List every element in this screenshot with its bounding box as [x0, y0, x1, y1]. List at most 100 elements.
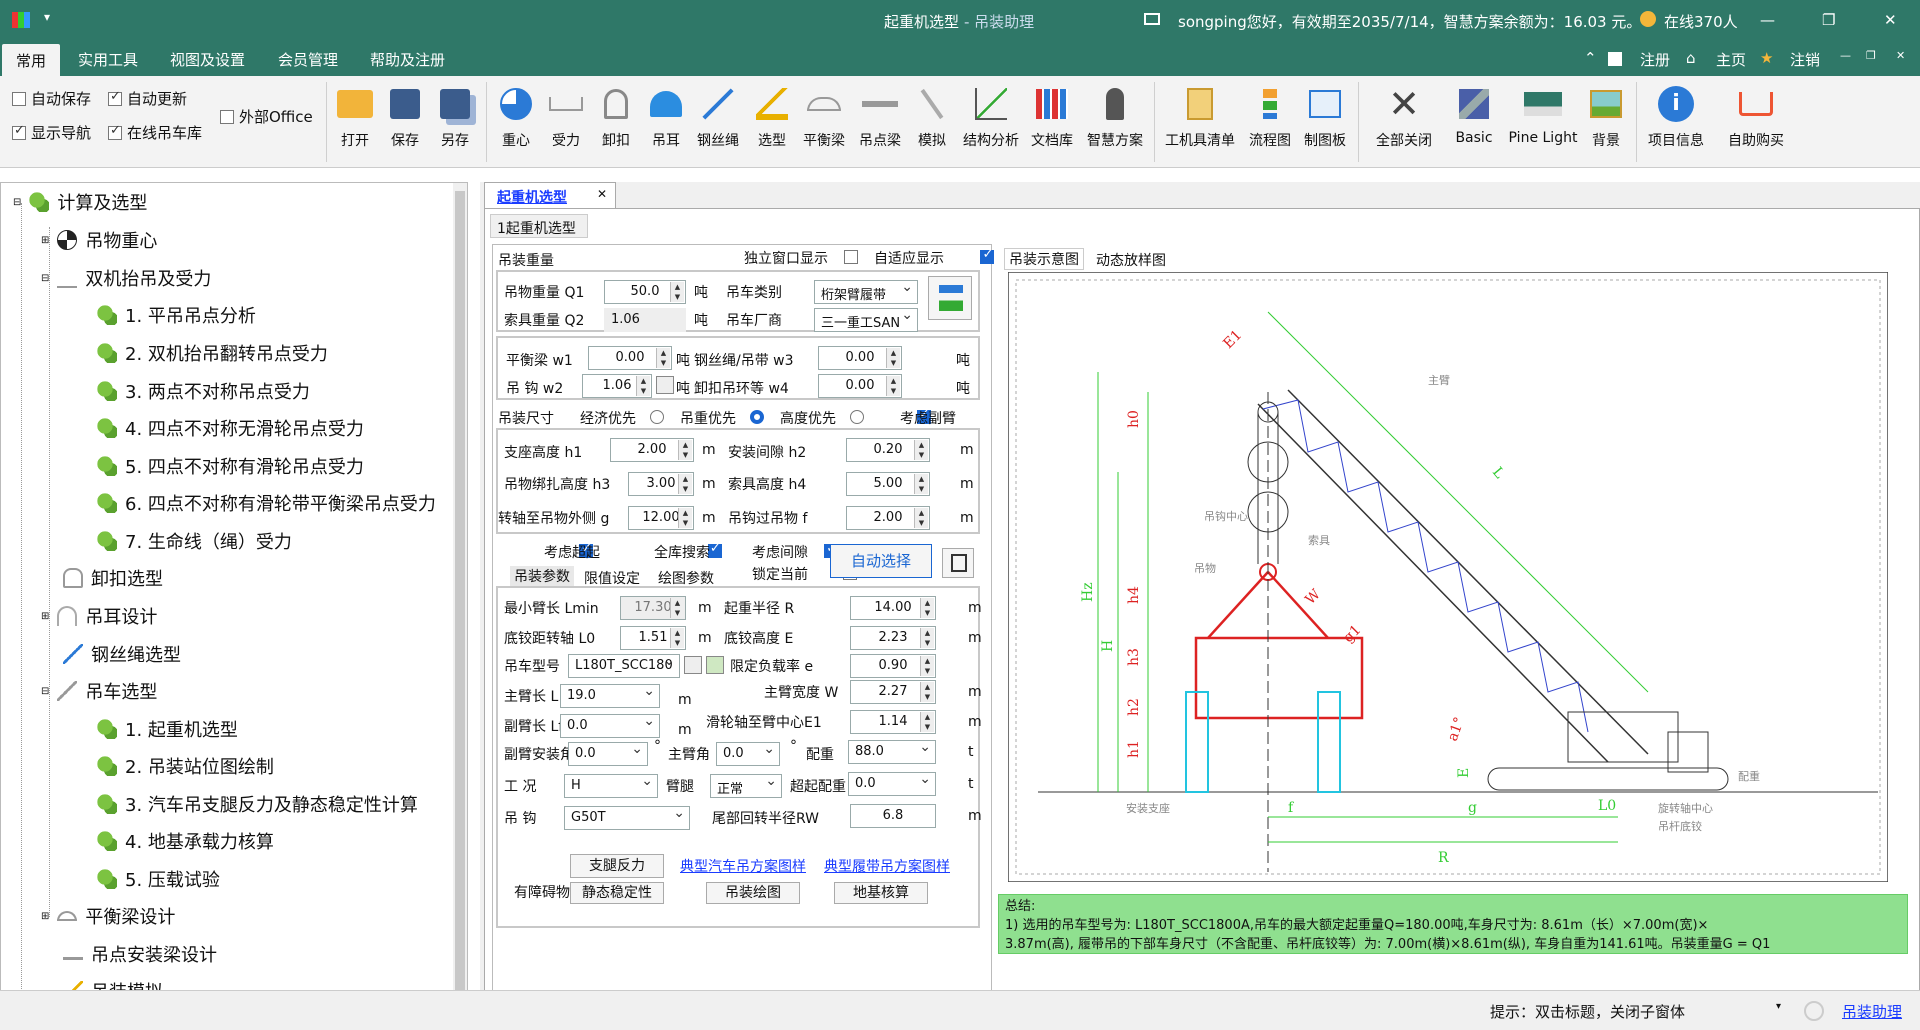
tree-item-calc[interactable]: ⊟ 计算及选型 [13, 189, 147, 215]
static-stability-button[interactable]: 静态稳定性 [570, 882, 664, 904]
r-input[interactable]: 14.00 [850, 596, 936, 620]
auto-select-button[interactable]: 自动选择 [830, 544, 932, 578]
clipboard-button[interactable] [942, 548, 974, 578]
close-button[interactable]: ✕ [1884, 11, 1897, 29]
maker-select[interactable]: 三一重工SAN [814, 308, 918, 332]
crane-type-select[interactable]: 桁架臂履带 [814, 280, 918, 304]
opt-economy-radio[interactable] [650, 410, 664, 424]
h1-input[interactable]: 2.00 [610, 438, 694, 462]
mdi-close-button[interactable]: ✕ [1896, 49, 1905, 62]
tab-draw-params[interactable]: 绘图参数 [658, 568, 714, 588]
leg-select[interactable]: 正常 [710, 774, 782, 798]
flowchart-button[interactable]: 流程图 [1246, 84, 1294, 150]
status-help-link[interactable]: 吊装助理 [1842, 1001, 1902, 1022]
tree-item-dual-6[interactable]: 6. 四点不对称有滑轮带平衡梁吊点受力 [97, 490, 436, 516]
tail-radius-input[interactable]: 6.8 [850, 804, 936, 828]
w2-input[interactable]: 1.06 [582, 374, 652, 398]
external-office-checkbox[interactable]: 外部Office [220, 106, 313, 127]
model-search-icon[interactable] [684, 656, 702, 674]
save-button[interactable]: 保存 [384, 84, 426, 150]
quick-access-dropdown-icon[interactable]: ▾ [44, 10, 50, 24]
tree-item-dual-7[interactable]: 7. 生命线（绳）受力 [97, 528, 292, 554]
w-input[interactable]: 2.27 [850, 680, 936, 704]
tab-dynamic-layout[interactable]: 动态放样图 [1096, 250, 1166, 270]
crane-selection-button[interactable]: 选型 [750, 84, 794, 150]
model-upload-icon[interactable] [706, 656, 724, 674]
tree-item-dual-3[interactable]: 3. 两点不对称吊点受力 [97, 378, 310, 404]
opt-weight-radio[interactable] [750, 410, 764, 424]
w2-calc-icon[interactable] [656, 376, 674, 394]
foundation-check-button[interactable]: 地基核算 [834, 882, 928, 904]
opt-height-radio[interactable] [850, 410, 864, 424]
adaptive-checkbox[interactable] [980, 247, 995, 264]
close-all-button[interactable]: ✕ 全部关闭 [1366, 84, 1442, 150]
l0-input[interactable]: 1.51 [620, 626, 686, 650]
tree-item-dual-1[interactable]: 1. 平吊吊点分析 [97, 302, 256, 328]
drawing-board-button[interactable]: 制图板 [1300, 84, 1350, 150]
truck-crane-link[interactable]: 典型汽车吊方案图样 [680, 856, 806, 876]
tree-scroll-thumb[interactable] [455, 191, 465, 991]
project-info-button[interactable]: i 项目信息 [1644, 84, 1708, 150]
tab-lift-schematic[interactable]: 吊装示意图 [1004, 248, 1084, 270]
self-purchase-button[interactable]: 自助购买 [1724, 84, 1788, 150]
tool-list-button[interactable]: 工机具清单 [1162, 84, 1238, 150]
logout-link[interactable]: 注销 [1790, 49, 1820, 70]
tree-item-crane-5[interactable]: 5. 压载试验 [97, 866, 220, 892]
menu-tab-member[interactable]: 会员管理 [278, 49, 338, 70]
wire-rope-button[interactable]: 钢丝绳 [694, 84, 742, 150]
mdi-minimize-button[interactable]: — [1840, 49, 1851, 62]
collapse-ribbon-icon[interactable]: ⌃ [1584, 49, 1597, 67]
force-button[interactable]: 受力 [544, 84, 588, 150]
tree-item-balance-beam[interactable]: ⊞ 平衡梁设计 [41, 903, 175, 929]
tree-item-crane-4[interactable]: 4. 地基承载力核算 [97, 828, 274, 854]
w3-input[interactable]: 0.00 [818, 346, 902, 370]
background-button[interactable]: 背景 [1586, 84, 1626, 150]
mdi-restore-button[interactable]: ❐ [1866, 49, 1876, 62]
e-input[interactable]: 2.23 [850, 626, 936, 650]
center-of-gravity-button[interactable]: 重心 [494, 84, 538, 150]
e1-input[interactable]: 1.14 [850, 710, 936, 734]
tree-item-lifting-beam[interactable]: 吊点安装梁设计 [63, 941, 217, 967]
doc-tab[interactable]: 起重机选型 ✕ [484, 182, 616, 208]
hook-select[interactable]: G50T [564, 806, 690, 830]
load-rate-input[interactable]: 0.90 [850, 654, 936, 678]
outrigger-button[interactable]: 支腿反力 [570, 854, 664, 878]
online-crane-db-checkbox[interactable]: 在线吊车库 [108, 122, 202, 143]
f-input[interactable]: 2.00 [846, 506, 930, 530]
tree-item-dual-5[interactable]: 5. 四点不对称有滑轮吊点受力 [97, 453, 364, 479]
lift-drawing-button[interactable]: 吊装绘图 [706, 882, 800, 904]
minimize-button[interactable]: — [1760, 11, 1775, 29]
menu-tab-view[interactable]: 视图及设置 [170, 49, 245, 70]
menu-tab-common[interactable]: 常用 [2, 44, 61, 76]
save-as-button[interactable]: 另存 [434, 84, 476, 150]
tree-item-dual-2[interactable]: 2. 双机抬吊翻转吊点受力 [97, 340, 328, 366]
theme-basic-button[interactable]: Basic [1446, 84, 1502, 146]
register-link[interactable]: 注册 [1640, 49, 1670, 70]
tree-item-lug[interactable]: ⊞ 吊耳设计 [41, 603, 157, 629]
tree-item-wire-rope[interactable]: 钢丝绳选型 [63, 641, 181, 667]
q1-input[interactable]: 50.0 [604, 280, 686, 304]
standalone-checkbox[interactable] [844, 250, 858, 264]
balance-beam-button[interactable]: 平衡梁 [800, 84, 848, 150]
tab-lift-params[interactable]: 吊装参数 [510, 566, 574, 586]
lf-select[interactable]: 0.0 [560, 714, 660, 738]
lug-button[interactable]: 吊耳 [644, 84, 688, 150]
h2-input[interactable]: 0.20 [846, 438, 930, 462]
tree-item-crane[interactable]: ⊟ 吊车选型 [41, 678, 157, 704]
tree-item-shackle[interactable]: 卸扣选型 [63, 565, 163, 591]
super-weight-select[interactable]: 0.0 [848, 772, 936, 796]
main-angle-select[interactable]: 0.0 [716, 742, 780, 766]
condition-select[interactable]: H [564, 774, 658, 798]
counterweight-select[interactable]: 88.0 [848, 740, 936, 764]
crawler-crane-link[interactable]: 典型履带吊方案图样 [824, 856, 950, 876]
g-input[interactable]: 12.00 [628, 506, 694, 530]
tree-item-crane-1[interactable]: 1. 起重机选型 [97, 716, 238, 742]
crane-db-button[interactable] [928, 276, 972, 320]
smart-plan-button[interactable]: 智慧方案 [1084, 84, 1146, 150]
tree-item-dual-4[interactable]: 4. 四点不对称无滑轮吊点受力 [97, 415, 364, 441]
tree-item-crane-3[interactable]: 3. 汽车吊支腿反力及静态稳定性计算 [97, 791, 418, 817]
shackle-button[interactable]: 卸扣 [594, 84, 638, 150]
autoupdate-checkbox[interactable]: 自动更新 [108, 88, 187, 109]
structure-analysis-button[interactable]: 结构分析 [960, 84, 1022, 150]
tree-item-cog[interactable]: ⊞ 吊物重心 [41, 227, 157, 253]
